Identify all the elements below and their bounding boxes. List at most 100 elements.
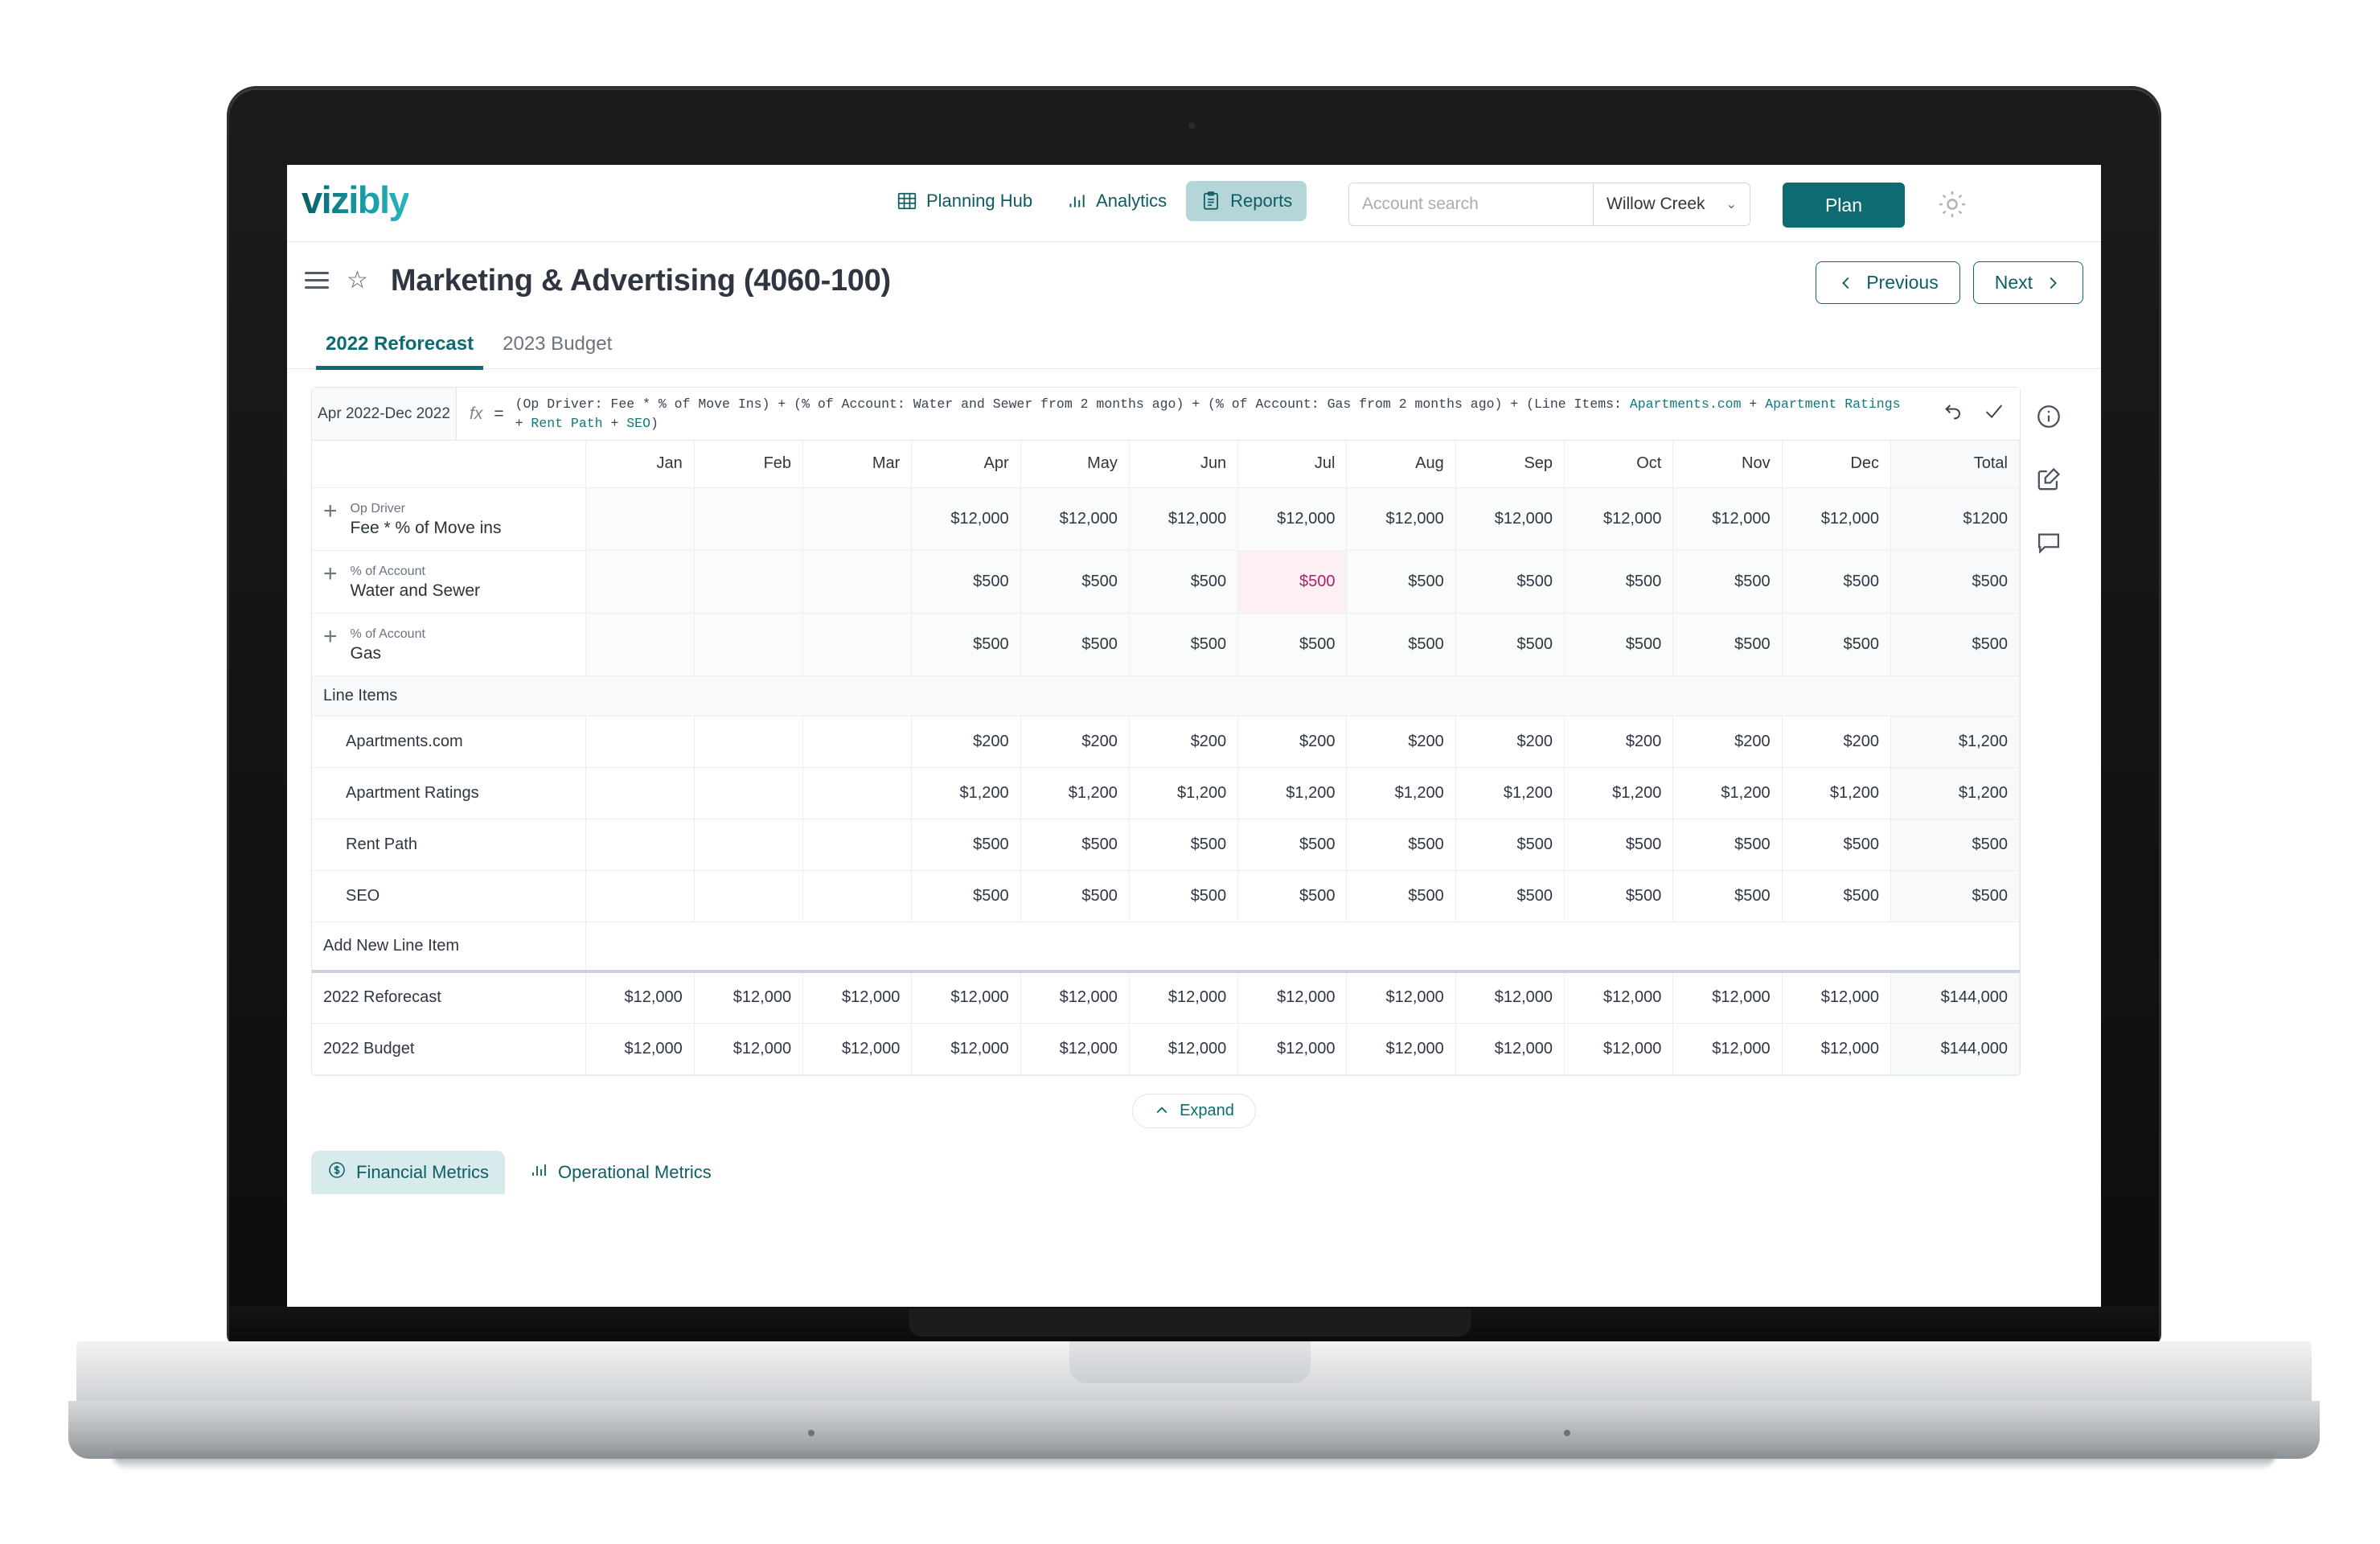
expand-button[interactable]: Expand <box>1132 1093 1256 1128</box>
driver-value-cell[interactable]: $500 <box>1237 550 1348 614</box>
line-item-value-cell[interactable]: $500 <box>1455 870 1565 922</box>
account-search-input[interactable] <box>1349 183 1593 225</box>
line-item-name[interactable]: Apartments.com <box>312 716 586 768</box>
empty-cell[interactable] <box>802 613 913 676</box>
line-item-row[interactable]: Rent Path $500 $500 $500 $500 $500 $500 $500 $50… <box>312 819 2020 871</box>
line-item-value-cell[interactable]: $200 <box>1455 716 1565 768</box>
line-item-value-cell[interactable]: $1,200 <box>1346 767 1456 819</box>
driver-value-cell[interactable]: $500 <box>911 613 1021 676</box>
property-select[interactable]: Willow Creek ⌄ <box>1593 183 1750 225</box>
line-item-value-cell[interactable]: $500 <box>1129 870 1239 922</box>
plus-icon[interactable]: + <box>323 499 338 524</box>
line-item-value-cell[interactable]: $500 <box>1129 819 1239 871</box>
empty-cell[interactable] <box>802 767 913 819</box>
edit-note-icon[interactable] <box>2035 466 2062 493</box>
driver-row[interactable]: + Op Driver Fee * % of Move ins $12,000 $12,… <box>312 487 2020 551</box>
line-item-value-cell[interactable]: $500 <box>1020 819 1130 871</box>
empty-cell[interactable] <box>802 716 913 768</box>
line-item-row[interactable]: Apartment Ratings $1,200 $1,200 $1,200 $1,20… <box>312 767 2020 819</box>
empty-cell[interactable] <box>802 819 913 871</box>
empty-cell[interactable] <box>694 767 804 819</box>
hamburger-icon[interactable] <box>305 272 329 290</box>
driver-value-cell[interactable]: $500 <box>1564 550 1674 614</box>
line-item-name[interactable]: Apartment Ratings <box>312 767 586 819</box>
tab-2023-budget[interactable]: 2023 Budget <box>488 333 626 368</box>
driver-value-cell[interactable]: $12,000 <box>1782 487 1892 551</box>
metric-tab-financial[interactable]: Financial Metrics <box>311 1150 506 1194</box>
empty-cell[interactable] <box>694 716 804 768</box>
nav-item-analytics[interactable]: Analytics <box>1052 181 1181 221</box>
driver-value-cell[interactable]: $500 <box>911 550 1021 614</box>
line-item-value-cell[interactable]: $1,200 <box>1782 767 1892 819</box>
line-item-value-cell[interactable]: $500 <box>1020 870 1130 922</box>
metric-tab-operational[interactable]: Operational Metrics <box>513 1151 728 1194</box>
line-item-value-cell[interactable]: $1,200 <box>1564 767 1674 819</box>
plus-icon[interactable]: + <box>323 562 338 586</box>
line-item-value-cell[interactable]: $1,200 <box>1020 767 1130 819</box>
empty-cell[interactable] <box>694 819 804 871</box>
driver-value-cell[interactable]: $500 <box>1237 613 1348 676</box>
star-icon[interactable]: ☆ <box>347 269 368 293</box>
vizibly-logo[interactable]: vizibly <box>302 178 410 222</box>
checkmark-icon[interactable] <box>1983 400 2005 428</box>
line-item-value-cell[interactable]: $200 <box>1020 716 1130 768</box>
driver-value-cell[interactable]: $12,000 <box>1346 487 1456 551</box>
driver-value-cell[interactable]: $500 <box>1782 613 1892 676</box>
line-item-value-cell[interactable]: $1,200 <box>1129 767 1239 819</box>
empty-cell[interactable] <box>694 613 804 676</box>
driver-value-cell[interactable]: $12,000 <box>911 487 1021 551</box>
line-item-value-cell[interactable]: $200 <box>1237 716 1348 768</box>
line-item-value-cell[interactable]: $1,200 <box>1672 767 1783 819</box>
line-item-value-cell[interactable]: $500 <box>1237 819 1348 871</box>
empty-cell[interactable] <box>694 870 804 922</box>
info-circle-icon[interactable] <box>2035 403 2062 430</box>
driver-row[interactable]: +% of Account Gas $500 $500 $500 $500 $500 $500… <box>312 613 2020 676</box>
previous-button[interactable]: Previous <box>1816 261 1960 304</box>
driver-value-cell[interactable]: $500 <box>1346 550 1456 614</box>
line-item-value-cell[interactable]: $500 <box>1672 819 1783 871</box>
formula-input-box[interactable]: fx = (Op Driver: Fee * % of Move Ins) + … <box>457 388 1928 440</box>
driver-value-cell[interactable]: $500 <box>1782 550 1892 614</box>
line-item-value-cell[interactable]: $200 <box>1782 716 1892 768</box>
nav-item-planning-hub[interactable]: Planning Hub <box>882 181 1047 221</box>
line-item-value-cell[interactable]: $200 <box>911 716 1021 768</box>
driver-value-cell[interactable]: $500 <box>1346 613 1456 676</box>
driver-value-cell[interactable]: $12,000 <box>1672 487 1783 551</box>
plus-icon[interactable]: + <box>323 625 338 649</box>
line-item-value-cell[interactable]: $500 <box>1564 819 1674 871</box>
driver-value-cell[interactable]: $12,000 <box>1020 487 1130 551</box>
empty-cell[interactable] <box>585 767 695 819</box>
empty-cell[interactable] <box>585 870 695 922</box>
line-item-value-cell[interactable]: $500 <box>1782 870 1892 922</box>
line-item-value-cell[interactable]: $200 <box>1564 716 1674 768</box>
range-chip[interactable]: Apr 2022-Dec 2022 <box>312 388 457 440</box>
empty-cell[interactable] <box>802 870 913 922</box>
line-item-name[interactable]: Rent Path <box>312 819 586 871</box>
line-item-value-cell[interactable]: $500 <box>1564 870 1674 922</box>
line-item-value-cell[interactable]: $500 <box>1346 819 1456 871</box>
driver-value-cell[interactable]: $500 <box>1455 613 1565 676</box>
driver-value-cell[interactable]: $500 <box>1672 550 1783 614</box>
line-item-value-cell[interactable]: $1,200 <box>1237 767 1348 819</box>
empty-cell[interactable] <box>694 550 804 614</box>
driver-value-cell[interactable]: $500 <box>1020 550 1130 614</box>
nav-item-reports[interactable]: Reports <box>1186 181 1307 221</box>
driver-value-cell[interactable]: $500 <box>1672 613 1783 676</box>
plan-button[interactable]: Plan <box>1783 183 1905 228</box>
line-item-value-cell[interactable]: $500 <box>1346 870 1456 922</box>
tab-2022-reforecast[interactable]: 2022 Reforecast <box>311 333 488 370</box>
empty-cell[interactable] <box>802 487 913 551</box>
empty-cell[interactable] <box>585 487 695 551</box>
driver-value-cell[interactable]: $12,000 <box>1564 487 1674 551</box>
line-item-value-cell[interactable]: $500 <box>1782 819 1892 871</box>
line-item-value-cell[interactable]: $200 <box>1346 716 1456 768</box>
undo-arrow-icon[interactable] <box>1943 400 1965 428</box>
line-item-value-cell[interactable]: $500 <box>1237 870 1348 922</box>
line-item-value-cell[interactable]: $1,200 <box>911 767 1021 819</box>
empty-cell[interactable] <box>585 819 695 871</box>
driver-value-cell[interactable]: $500 <box>1455 550 1565 614</box>
gear-icon[interactable] <box>1935 187 1969 221</box>
add-line-item-row[interactable]: Add New Line Item <box>312 922 2020 973</box>
line-item-value-cell[interactable]: $500 <box>1672 870 1783 922</box>
next-button[interactable]: Next <box>1972 261 2083 304</box>
